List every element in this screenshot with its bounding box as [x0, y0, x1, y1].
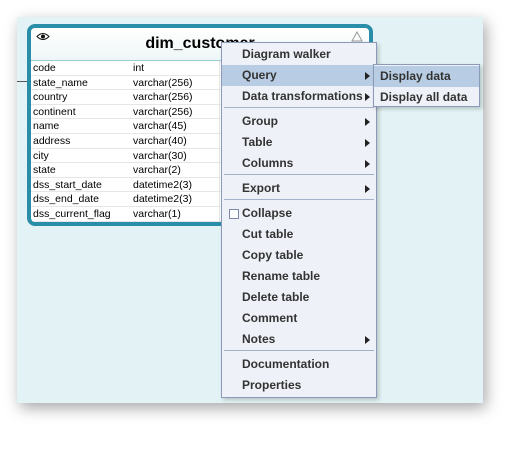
context-menu: Diagram walker Query Data transformations G…	[221, 42, 377, 398]
menu-separator	[224, 174, 374, 175]
menu-item-label: Data transformations	[242, 89, 363, 103]
column-name: state_name	[33, 76, 88, 89]
menu-item-table[interactable]: Table	[222, 132, 376, 153]
column-type: varchar(40)	[133, 134, 187, 147]
menu-item-label: Export	[242, 181, 281, 195]
column-type: int	[133, 62, 145, 74]
submenu-arrow-icon	[365, 118, 370, 126]
column-name: dss_start_date	[33, 178, 102, 191]
column-name: code	[33, 62, 56, 74]
menu-item-label: Collapse	[242, 206, 293, 220]
menu-item-label: Copy table	[242, 248, 304, 262]
menu-item-collapse[interactable]: Collapse	[222, 203, 376, 224]
menu-item-export[interactable]: Export	[222, 178, 376, 199]
menu-item-label: Delete table	[242, 290, 310, 304]
query-submenu: Display data Display all data	[373, 64, 480, 107]
column-name: state	[33, 164, 56, 177]
menu-item-copy-table[interactable]: Copy table	[222, 245, 376, 266]
column-name: dss_current_flag	[33, 207, 111, 220]
menu-item-comment[interactable]: Comment	[222, 308, 376, 329]
menu-item-rename-table[interactable]: Rename table	[222, 266, 376, 287]
menu-item-label: Columns	[242, 156, 294, 170]
menu-item-label: Notes	[242, 332, 276, 346]
column-name: name	[33, 120, 60, 133]
menu-item-query[interactable]: Query	[222, 65, 376, 86]
menu-item-properties[interactable]: Properties	[222, 375, 376, 396]
column-name: city	[33, 149, 49, 162]
column-name: address	[33, 134, 71, 147]
submenu-item-display-data[interactable]: Display data	[374, 66, 479, 87]
submenu-arrow-icon	[365, 185, 370, 193]
collapse-checkbox[interactable]	[229, 209, 239, 219]
menu-item-label: Properties	[242, 378, 302, 392]
column-type: varchar(2)	[133, 164, 181, 177]
column-name: dss_end_date	[33, 193, 99, 206]
menu-separator	[224, 350, 374, 351]
menu-item-group[interactable]: Group	[222, 111, 376, 132]
column-type: varchar(256)	[133, 91, 193, 104]
menu-item-data-transformations[interactable]: Data transformations	[222, 86, 376, 107]
menu-item-label: Diagram walker	[242, 47, 331, 61]
column-type: varchar(1)	[133, 207, 181, 220]
menu-item-diagram-walker[interactable]: Diagram walker	[222, 44, 376, 65]
menu-item-label: Comment	[242, 311, 298, 325]
submenu-arrow-icon	[365, 336, 370, 344]
menu-item-documentation[interactable]: Documentation	[222, 354, 376, 375]
column-name: country	[33, 91, 68, 104]
menu-item-notes[interactable]: Notes	[222, 329, 376, 350]
submenu-arrow-icon	[365, 72, 370, 80]
submenu-arrow-icon	[365, 93, 370, 101]
column-type: varchar(256)	[133, 105, 193, 118]
menu-item-columns[interactable]: Columns	[222, 153, 376, 174]
menu-separator	[224, 107, 374, 108]
column-type: varchar(45)	[133, 120, 187, 133]
submenu-arrow-icon	[365, 160, 370, 168]
submenu-item-display-all-data[interactable]: Display all data	[374, 87, 479, 108]
menu-item-delete-table[interactable]: Delete table	[222, 287, 376, 308]
menu-separator	[224, 199, 374, 200]
menu-item-label: Rename table	[242, 269, 321, 283]
menu-item-label: Documentation	[242, 357, 330, 371]
submenu-arrow-icon	[365, 139, 370, 147]
menu-item-label: Group	[242, 114, 278, 128]
menu-item-label: Query	[242, 68, 277, 82]
column-type: varchar(256)	[133, 76, 193, 89]
column-type: datetime2(3)	[133, 178, 192, 191]
menu-item-label: Table	[242, 135, 273, 149]
column-name: continent	[33, 105, 76, 118]
menu-item-label: Cut table	[242, 227, 294, 241]
column-type: datetime2(3)	[133, 193, 192, 206]
menu-item-cut-table[interactable]: Cut table	[222, 224, 376, 245]
column-type: varchar(30)	[133, 149, 187, 162]
